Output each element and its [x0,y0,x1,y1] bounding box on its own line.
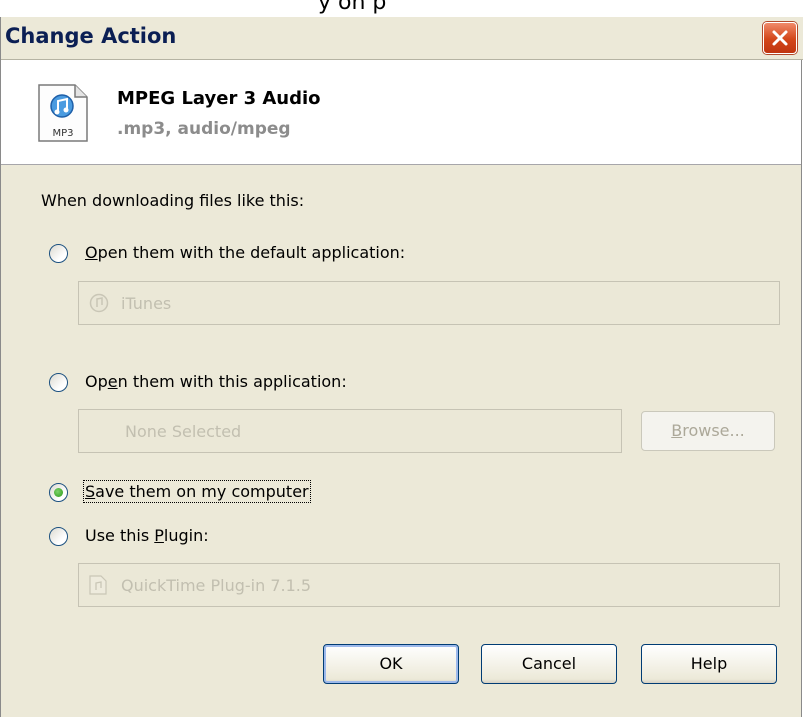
label-save-to-computer[interactable]: Save them on my computer [83,480,311,503]
titlebar[interactable]: Change Action [1,17,803,60]
label-this-application[interactable]: Open them with this application: [85,372,347,391]
close-button[interactable] [763,22,797,54]
radio-this-application[interactable] [49,373,68,392]
label-default-application[interactable]: Open them with the default application: [85,243,405,262]
quicktime-plugin-icon [89,575,107,595]
itunes-icon [89,293,109,313]
application-field: None Selected [78,409,622,453]
file-icon-label: MP3 [52,128,73,139]
action-options: When downloading files like this: Open t… [1,165,801,717]
dialog-title: Change Action [5,24,177,48]
background-page-text: y on p [318,0,387,15]
plugin-field: QuickTime Plug-in 7.1.5 [78,563,780,607]
mp3-file-icon: MP3 [38,84,88,142]
file-type-name: MPEG Layer 3 Audio [117,88,321,109]
change-action-dialog: Change Action MP3 MPEG Layer 3 Audio .mp… [0,17,803,717]
label-use-plugin[interactable]: Use this Plugin: [85,526,209,545]
close-icon [772,30,788,46]
radio-use-plugin[interactable] [49,527,68,546]
prompt-label: When downloading files like this: [41,191,305,210]
file-type-header: MP3 MPEG Layer 3 Audio .mp3, audio/mpeg [1,60,801,165]
ok-button[interactable]: OK [323,644,459,684]
browse-button[interactable]: Browse... [641,411,775,451]
default-application-field: iTunes [78,281,780,325]
file-type-extension: .mp3, audio/mpeg [117,119,291,139]
default-application-value: iTunes [121,294,172,313]
help-button[interactable]: Help [641,644,777,684]
cancel-button[interactable]: Cancel [481,644,617,684]
radio-save-to-computer[interactable] [49,483,68,502]
application-value: None Selected [125,422,242,441]
radio-default-application[interactable] [49,244,68,263]
plugin-value: QuickTime Plug-in 7.1.5 [121,576,312,595]
